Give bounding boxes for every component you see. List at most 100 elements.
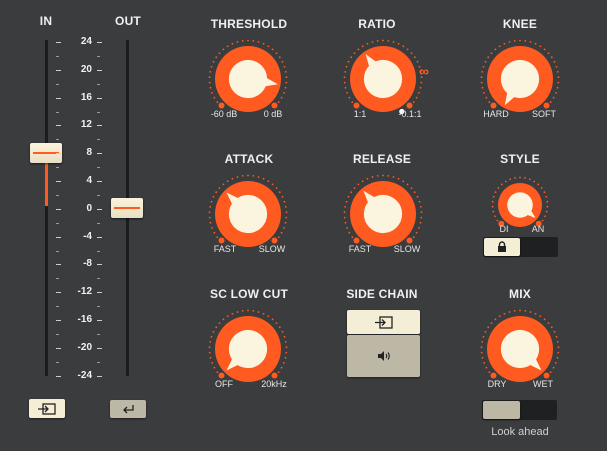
input-icon (38, 402, 56, 415)
attack-min-label: FAST (213, 244, 237, 254)
scale-minor-tick (97, 111, 100, 113)
side-chain-label: SIDE CHAIN (346, 287, 418, 301)
scale-label: -12 (77, 286, 92, 298)
scale-label: 24 (80, 36, 92, 47)
scale-tick (56, 42, 61, 43)
scale-minor-tick (56, 306, 59, 308)
out-return-button[interactable] (110, 400, 146, 418)
scale-label: 16 (80, 91, 92, 103)
scale-tick (56, 236, 61, 238)
style-max-label: AN (531, 224, 545, 234)
scale-minor-tick (56, 55, 59, 57)
ratio-mid-label: -0.1:1 (398, 109, 422, 119)
scale-minor-tick (97, 361, 100, 363)
threshold-label: THRESHOLD (210, 17, 288, 31)
style-lock-button[interactable] (484, 238, 520, 256)
attack-knob[interactable] (208, 174, 288, 254)
scale-minor-tick (97, 222, 100, 224)
scale-label: 12 (80, 119, 92, 131)
mix-knob[interactable] (480, 309, 560, 389)
release-min-label: FAST (348, 244, 372, 254)
sc-low-cut-max-label: 20kHz (261, 379, 287, 389)
speaker-icon (377, 351, 390, 361)
scale-minor-tick (97, 139, 100, 141)
scale-tick (97, 236, 102, 238)
scale-minor-tick (56, 333, 59, 335)
threshold-min-label: -60 dB (210, 109, 238, 119)
scale-minor-tick (56, 83, 59, 85)
scale-tick (97, 181, 102, 182)
scale-tick (56, 264, 61, 266)
scale-tick (56, 292, 61, 294)
scale-minor-tick (97, 194, 100, 196)
threshold-knob[interactable] (208, 39, 288, 119)
sc-low-cut-min-label: OFF (215, 379, 233, 389)
scale-tick (97, 153, 102, 155)
scale-minor-tick (97, 250, 100, 252)
scale-label: -4 (83, 230, 92, 242)
scale-tick (97, 292, 102, 294)
scale-tick (56, 69, 61, 71)
ratio-label: RATIO (358, 17, 396, 31)
style-label: STYLE (500, 152, 540, 166)
scale-label: -20 (77, 341, 92, 353)
scale-tick (56, 347, 61, 349)
lock-icon (498, 241, 506, 252)
release-label: RELEASE (352, 152, 412, 166)
side-chain-listen-button[interactable] (347, 335, 420, 377)
scale-label: -24 (77, 369, 92, 381)
scale-minor-tick (97, 83, 100, 85)
knee-min-label: HARD (483, 109, 509, 119)
scale-minor-tick (56, 194, 59, 196)
scale-tick (56, 208, 61, 210)
side-chain-input-button[interactable] (347, 310, 420, 334)
scale-minor-tick (56, 250, 59, 252)
scale-tick (97, 97, 102, 99)
scale-minor-tick (97, 55, 100, 57)
scale-tick (56, 97, 61, 99)
scale-minor-tick (97, 278, 100, 280)
scale-label: -16 (77, 314, 92, 325)
scale-minor-tick (97, 306, 100, 308)
scale-minor-tick (97, 167, 100, 169)
ratio-min-label: 1:1 (353, 109, 367, 119)
release-knob[interactable] (343, 174, 423, 254)
attack-max-label: SLOW (258, 244, 286, 254)
threshold-max-label: 0 dB (263, 109, 283, 119)
in-fader-track[interactable] (45, 40, 48, 376)
in-label: IN (39, 14, 53, 28)
scale-tick (56, 375, 61, 377)
look-ahead-button[interactable] (483, 401, 520, 419)
scale-tick (97, 320, 102, 321)
scale-tick (97, 42, 102, 43)
sc-low-cut-knob[interactable] (208, 309, 288, 389)
scale-label: 4 (86, 175, 92, 186)
scale-label: 0 (86, 202, 92, 214)
knee-max-label: SOFT (532, 109, 556, 119)
knee-label: KNEE (502, 17, 538, 31)
scale-minor-tick (56, 278, 59, 280)
out-fader-handle[interactable] (111, 198, 143, 218)
knee-knob[interactable] (480, 39, 560, 119)
mix-min-label: DRY (487, 379, 507, 389)
out-label: OUT (115, 14, 141, 28)
scale-tick (56, 181, 61, 182)
return-icon (123, 405, 134, 414)
in-input-button[interactable] (29, 399, 65, 418)
sc-low-cut-label: SC LOW CUT (210, 287, 288, 301)
ratio-knob[interactable] (343, 39, 423, 119)
input-icon (374, 315, 393, 329)
scale-tick (56, 320, 61, 321)
scale-tick (97, 208, 102, 210)
look-ahead-label: Look ahead (491, 426, 549, 438)
scale-tick (97, 375, 102, 377)
scale-minor-tick (56, 167, 59, 169)
scale-label: 20 (80, 63, 92, 75)
scale-tick (97, 347, 102, 349)
scale-tick (97, 69, 102, 71)
scale-minor-tick (56, 361, 59, 363)
mix-max-label: WET (533, 379, 553, 389)
compressor-panel: IN OUT 24 20 16 12 8 4 0 -4 -8 -12 -16 -20 -24 THRES… (0, 0, 607, 451)
scale-label: -8 (83, 258, 92, 270)
release-max-label: SLOW (393, 244, 421, 254)
